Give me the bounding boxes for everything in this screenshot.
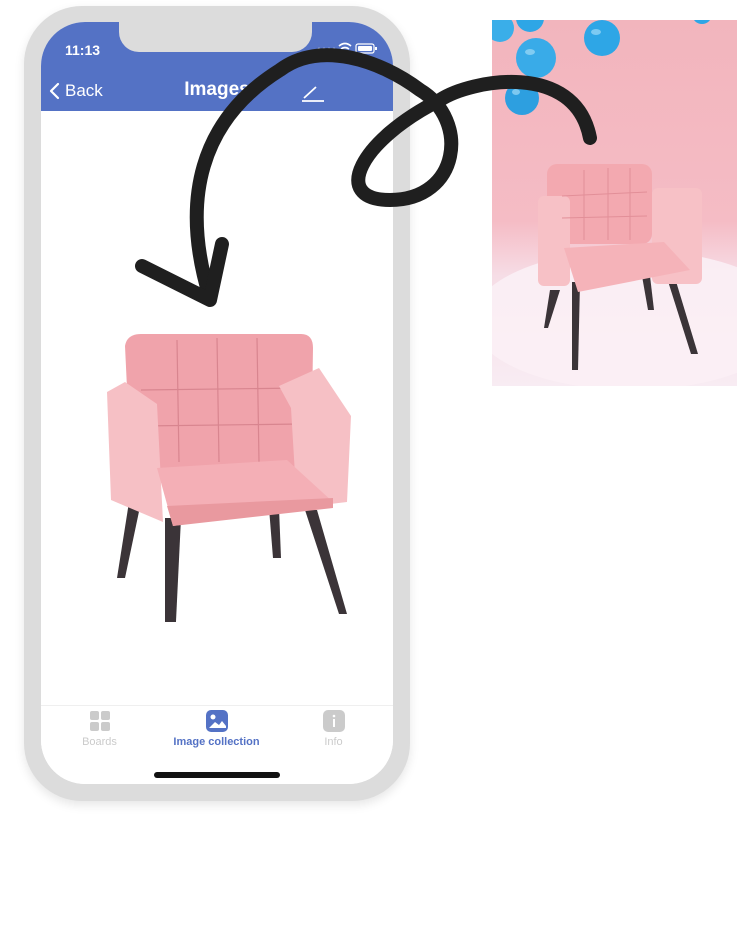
chair-arm-left (107, 382, 163, 522)
page-title: Images (184, 79, 250, 100)
chair-leg (117, 502, 141, 578)
chair-leg (305, 510, 347, 614)
tab-info[interactable]: Info (275, 710, 392, 748)
chair-leg (269, 508, 281, 558)
info-icon (322, 710, 345, 732)
status-icons (317, 42, 377, 55)
tab-image-collection[interactable]: Image collection (158, 710, 275, 748)
tab-image-collection-label: Image collection (173, 736, 260, 748)
status-time: 11:13 (65, 42, 101, 58)
tab-info-label: Info (324, 736, 343, 748)
chair-leg (165, 518, 181, 622)
tab-boards-label: Boards (82, 736, 117, 748)
image-icon (205, 710, 228, 732)
tab-boards[interactable]: Boards (41, 710, 158, 748)
signal-icon (317, 47, 336, 51)
home-indicator (154, 772, 280, 778)
navigation-header: 11:13 Back Images (41, 22, 393, 111)
reference-photo-scene (492, 20, 737, 386)
chair-image (107, 334, 351, 622)
phone-screen: 11:13 Back Images Boards Image collectio… (41, 22, 393, 784)
balloons (492, 20, 710, 115)
tab-bar: Boards Image collection Info (41, 705, 393, 784)
phone-notch (119, 22, 312, 52)
grid-icon (89, 711, 110, 731)
edit-icon[interactable] (300, 84, 326, 102)
wifi-icon (338, 42, 352, 55)
battery-icon (355, 43, 377, 54)
reference-photo (492, 20, 737, 386)
